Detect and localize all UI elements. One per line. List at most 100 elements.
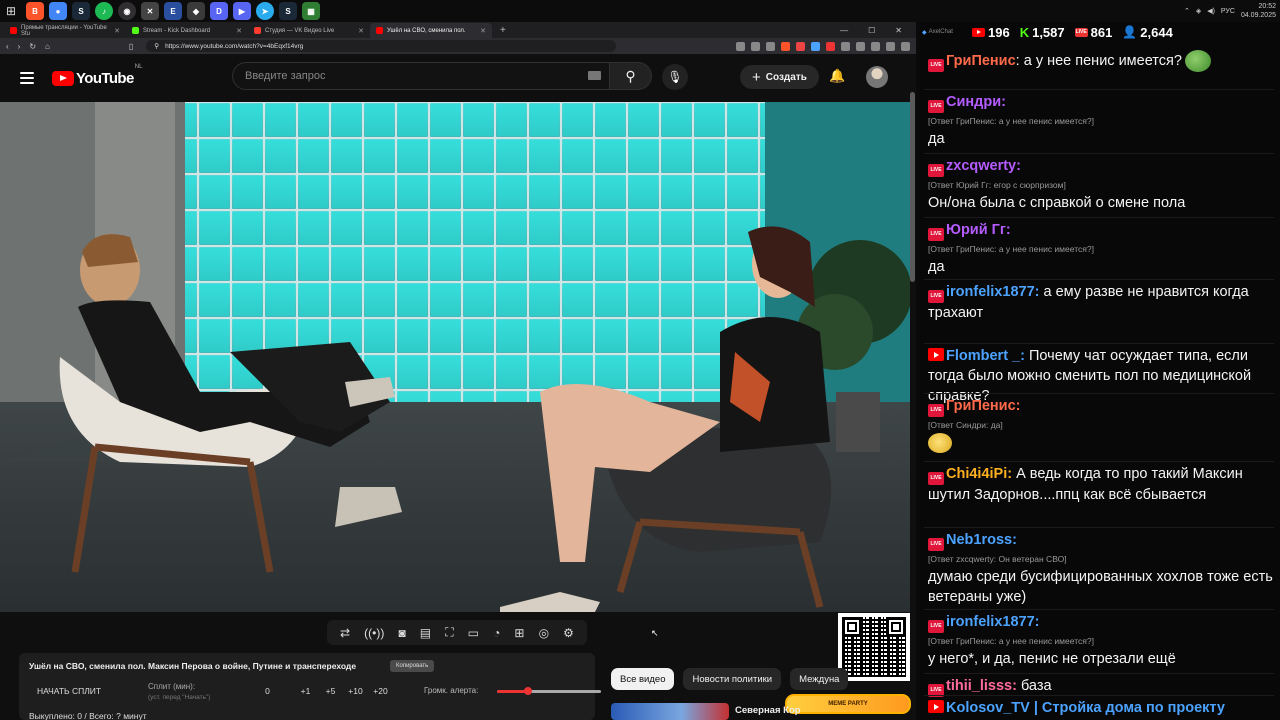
chat-author[interactable]: Kolosov_TV | Стройка дома по проекту Z7: [928,700,1225,720]
extension-icon[interactable] [871,41,880,51]
app2-icon[interactable]: ▶ [233,2,251,20]
obs-icon[interactable]: ◉ [118,2,136,20]
chip-all-videos[interactable]: Все видео [611,668,675,690]
app-icon[interactable]: ◆ [187,2,205,20]
related-title[interactable]: Северная Кор [735,703,801,720]
split-plus-1-button[interactable]: +1 [293,686,318,696]
cinema-icon[interactable]: ◙ [398,626,405,640]
chip-politics-news[interactable]: Новости политики [683,668,782,690]
close-icon[interactable]: ✕ [358,27,364,35]
tray-chevron-icon[interactable]: ⌃ [1184,7,1190,15]
steam-icon[interactable]: S [72,2,90,20]
microphone-icon: 🎙 [667,70,683,84]
speed-icon[interactable]: ◔ [493,626,500,640]
app3-icon[interactable]: ▦ [302,2,320,20]
zoom-icon[interactable] [751,41,760,51]
epic-icon[interactable]: E [164,2,182,20]
tab-vk-live[interactable]: Студия — VK Видео Live ✕ [248,23,370,38]
fullscreen-icon[interactable]: ⛶ [445,625,453,640]
search-input[interactable]: Введите запрос [232,62,610,90]
menu-icon[interactable] [901,41,910,51]
clapper-icon[interactable]: ▤ [420,626,431,640]
keyboard-icon[interactable] [588,71,601,80]
volume-icon[interactable]: ◀) [1207,7,1215,15]
loop-icon[interactable]: ⇄ [340,626,350,640]
chat-author[interactable]: Юрий Гг: [946,222,1011,238]
tab-kick-dashboard[interactable]: Stream - Kick Dashboard ✕ [126,23,248,38]
minimize-icon[interactable]: — [840,26,848,35]
brave-shield-icon[interactable] [781,41,790,51]
steam2-icon[interactable]: S [279,2,297,20]
extension-icon[interactable] [826,41,835,51]
close-icon[interactable]: ✕ [480,27,486,35]
notifications-bell-icon[interactable]: 🔔 [829,68,845,84]
share-icon[interactable] [766,41,775,51]
chat-author[interactable]: ГриПенис: [946,398,1021,414]
add-clip-icon[interactable]: ⊞ [514,626,524,640]
alert-volume-slider[interactable] [497,687,601,695]
back-icon[interactable]: ‹ [6,42,9,51]
chat-author[interactable]: ГриПенис [946,53,1016,69]
extension-icon[interactable] [841,41,850,51]
maximize-icon[interactable]: ☐ [868,26,875,35]
extension-icon[interactable] [796,41,805,51]
chat-author[interactable]: tihii_lisss: [946,678,1017,694]
page-scrollbar[interactable] [910,92,915,282]
volume-knob[interactable] [524,687,533,695]
youtube-logo[interactable]: YouTube NL [52,64,142,87]
screenshot-icon[interactable]: ◎ [539,626,549,640]
voice-search-button[interactable]: 🎙 [662,64,688,90]
chip-international[interactable]: Междуна [790,668,849,690]
tab-youtube-studio[interactable]: Прямые трансляции - YouTube Stu ✕ [4,23,126,38]
split-value[interactable]: 0 [255,686,280,696]
windows-start-icon[interactable]: ⊞ [0,0,22,22]
create-button[interactable]: + Создать [740,65,819,89]
start-split-button[interactable]: НАЧАТЬ СПЛИТ [37,686,101,696]
extension-icon[interactable] [736,41,745,51]
gear-icon[interactable]: ⚙ [563,626,574,640]
tab-youtube-video[interactable]: Ушёл на СВО, сменила пол. ✕ [370,23,492,38]
home-icon[interactable]: ⌂ [45,42,50,51]
split-plus-20-button[interactable]: +20 [368,686,393,696]
language-indicator[interactable]: РУС [1221,8,1235,15]
extension-icon[interactable] [811,41,820,51]
chat-author[interactable]: zxcqwerty: [946,158,1021,174]
chrome-icon[interactable]: ● [49,2,67,20]
forward-icon[interactable]: › [18,42,21,51]
split-plus-10-button[interactable]: +10 [343,686,368,696]
close-icon[interactable]: ✕ [114,27,120,35]
extension-icon[interactable] [886,41,895,51]
close-window-icon[interactable]: ✕ [895,26,902,35]
tray-clock[interactable]: 20:52 04.09.2025 [1241,2,1276,20]
copy-button[interactable]: Копировать [390,660,435,672]
chat-author[interactable]: Chi4i4iPi: [946,466,1012,482]
extension-icon[interactable] [856,41,865,51]
bookmark-icon[interactable]: ▯ [129,42,133,51]
related-video-item[interactable]: Северная Кор [611,703,911,720]
related-thumbnail[interactable] [611,703,729,720]
game-icon[interactable]: ✕ [141,2,159,20]
split-plus-5-button[interactable]: +5 [318,686,343,696]
mini-player-icon[interactable]: ▭ [468,626,479,640]
chat-author[interactable]: ironfelix1877: [946,284,1040,300]
search-button[interactable]: ⚲ [610,62,652,90]
spotify-icon[interactable]: ♪ [95,2,113,20]
site-info-icon[interactable]: ⚲ [154,42,159,50]
close-icon[interactable]: ✕ [236,27,242,35]
new-tab-icon[interactable]: + [492,23,514,38]
vk-favicon-icon [254,27,261,34]
brave-icon[interactable]: B [26,2,44,20]
menu-icon[interactable] [20,72,34,84]
chat-author[interactable]: Neb1ross: [946,532,1017,548]
discord-icon[interactable]: D [210,2,228,20]
telegram-icon[interactable]: ➤ [256,2,274,20]
chat-author[interactable]: Синдри: [946,94,1006,110]
reload-icon[interactable]: ↻ [29,42,36,51]
avatar[interactable] [866,66,888,88]
video-player[interactable] [0,102,910,612]
chat-author[interactable]: Flombert _: [946,348,1025,364]
url-field[interactable]: ⚲ https://www.youtube.com/watch?v=4bEqxf1… [146,40,617,52]
broadcast-icon[interactable]: ((•)) [364,626,384,640]
network-icon[interactable]: ◈ [1196,7,1201,15]
chat-author[interactable]: ironfelix1877: [946,614,1040,630]
